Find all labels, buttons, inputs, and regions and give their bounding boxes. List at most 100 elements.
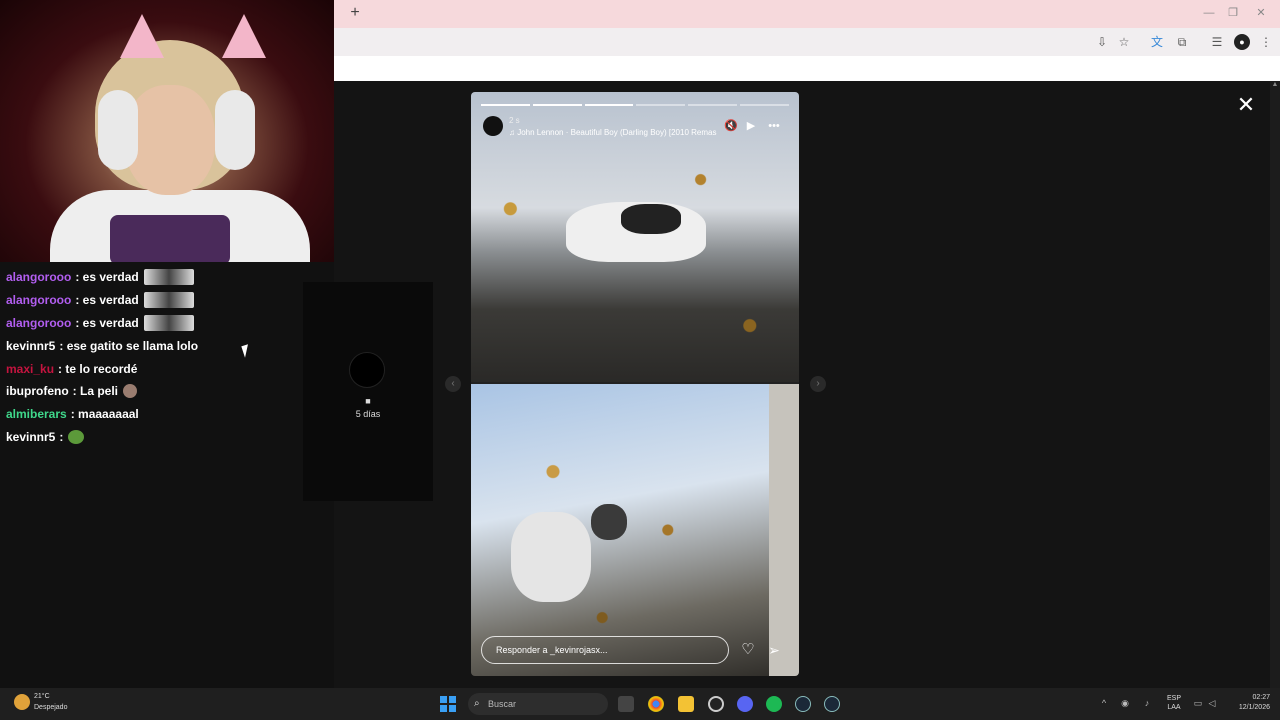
chat-emote-icon	[123, 384, 137, 399]
chat-text: : es verdad	[75, 315, 139, 330]
chat-text: : es verdad	[75, 293, 139, 308]
cat-ear-right	[222, 14, 266, 58]
extensions-icon[interactable]: ⧉	[1174, 34, 1190, 50]
chat-text: :	[59, 429, 64, 444]
tray-chevron-icon[interactable]: ^	[1098, 697, 1110, 709]
chat-text: : ese gatito se llama lolo	[59, 338, 199, 353]
weather-temp: 21°C	[34, 693, 50, 700]
chat-username[interactable]: kevinnr5	[6, 339, 55, 353]
profile-icon[interactable]: ●	[1234, 34, 1250, 50]
close-story-icon[interactable]: ✕	[1236, 94, 1256, 116]
chat-text: : La peli	[72, 384, 118, 399]
task-view-icon[interactable]	[618, 696, 634, 712]
steam-icon-2[interactable]	[824, 696, 840, 712]
tray-network-icon[interactable]: ◉	[1119, 697, 1131, 709]
chat-message: alangorooo : es verdad	[6, 266, 306, 289]
chat-message: alangorooo : es verdad	[6, 289, 306, 312]
file-explorer-icon[interactable]	[678, 696, 694, 712]
chat-emote-icon	[143, 292, 194, 309]
previous-story-avatar	[349, 352, 385, 388]
spotify-icon[interactable]	[766, 696, 782, 712]
menu-icon[interactable]: ⋮	[1258, 34, 1274, 50]
browser-toolbar: ⇩ ☆ 文 ⧉ ☰ ● ⋮	[334, 28, 1280, 56]
streamer-face	[125, 85, 215, 195]
story-viewer[interactable]: 2 s ♫ John Lennon · Beautiful Boy (Darli…	[471, 92, 799, 676]
translate-icon[interactable]: 文	[1149, 34, 1165, 50]
input-language[interactable]: ESP LAA	[1164, 694, 1184, 712]
previous-story-card[interactable]: ■ 5 días	[303, 282, 433, 501]
chat-emote-icon	[68, 429, 85, 444]
previous-story-user: ■	[365, 396, 371, 406]
webcam-overlay	[0, 0, 334, 262]
chat-username[interactable]: almiberars	[6, 407, 67, 421]
close-window-button[interactable]: ✕	[1252, 5, 1270, 21]
send-icon[interactable]: ➢	[765, 641, 783, 659]
mute-icon[interactable]: 🔇	[724, 119, 738, 133]
search-icon: ⌕	[474, 698, 480, 709]
taskbar-clock[interactable]: 02:27 12/1/2026	[1220, 693, 1270, 713]
story-music-label[interactable]: ♫ John Lennon · Beautiful Boy (Darling B…	[509, 128, 716, 137]
cat-spot	[621, 204, 681, 234]
reading-list-icon[interactable]: ☰	[1209, 34, 1225, 50]
chat-emote-icon	[143, 314, 194, 331]
screen: + — ❐ ✕ ⇩ ☆ 文 ⧉ ☰ ● ⋮ ▲ alangorooo : es v…	[0, 0, 1280, 720]
lang-bottom: LAA	[1167, 704, 1181, 711]
cat-sitting	[511, 512, 591, 602]
story-progress-segment	[584, 104, 634, 106]
tab-strip: + — ❐ ✕	[334, 0, 1280, 28]
chrome-icon[interactable]	[648, 696, 664, 712]
restore-button[interactable]: ❐	[1224, 5, 1242, 21]
clock-date: 12/1/2026	[1238, 704, 1270, 711]
story-progress-segment	[636, 104, 686, 106]
story-progress-bar	[481, 104, 789, 106]
more-options-icon[interactable]: •••	[767, 119, 781, 133]
story-username[interactable]: 2 s	[509, 116, 520, 125]
play-icon[interactable]: ▶	[744, 119, 758, 133]
chat-message: maxi_ku: te lo recordé	[6, 357, 306, 380]
bookmark-star-icon[interactable]: ☆	[1116, 34, 1132, 50]
chat-message: kevinnr5 : ese gatito se llama lolo	[6, 334, 306, 357]
shirt-logo	[110, 215, 230, 262]
next-story-arrow-icon[interactable]: ›	[810, 376, 826, 392]
story-avatar[interactable]	[483, 116, 503, 136]
minimize-button[interactable]: —	[1200, 5, 1218, 21]
tray-volume-icon[interactable]: ◁	[1206, 697, 1218, 709]
steam-icon[interactable]	[795, 696, 811, 712]
chat-username[interactable]: alangorooo	[6, 316, 71, 330]
chat-text: : maaaaaaal	[70, 407, 139, 422]
chat-message: kevinnr5:	[6, 426, 306, 449]
tray-mic-icon[interactable]: ♪	[1141, 697, 1153, 709]
tray-display-icon[interactable]: ▭	[1192, 697, 1204, 709]
chat-username[interactable]: kevinnr5	[6, 430, 55, 444]
reply-input[interactable]: Responder a _kevinrojasx...	[481, 636, 729, 664]
chat-username[interactable]: maxi_ku	[6, 362, 54, 376]
chat-message: almiberars: maaaaaaal	[6, 403, 306, 426]
headphone-right	[215, 90, 255, 170]
story-progress-segment	[688, 104, 738, 106]
scroll-up-arrow-icon[interactable]: ▲	[1270, 81, 1280, 91]
headphone-left	[98, 90, 138, 170]
scrollbar[interactable]: ▲	[1270, 81, 1280, 688]
chat-emote-icon	[143, 269, 194, 286]
weather-icon[interactable]	[14, 694, 30, 710]
previous-story-time: 5 días	[355, 409, 381, 419]
story-progress-segment	[740, 104, 789, 106]
lang-top: ESP	[1166, 695, 1181, 702]
chat-text: : es verdad	[75, 270, 139, 285]
discord-icon[interactable]	[737, 696, 753, 712]
taskbar-search[interactable]: Buscar	[468, 693, 608, 715]
start-menu-icon[interactable]	[440, 696, 456, 712]
chat-message: ibuprofeno: La peli	[6, 380, 306, 403]
clock-time: 02:27	[1252, 694, 1270, 701]
chat-username[interactable]: ibuprofeno	[6, 384, 69, 398]
install-icon[interactable]: ⇩	[1094, 34, 1110, 50]
obs-icon[interactable]	[708, 696, 724, 712]
chat-username[interactable]: alangorooo	[6, 270, 71, 284]
chat-message: alangorooo : es verdad	[6, 312, 306, 335]
new-tab-button[interactable]: +	[348, 4, 362, 22]
like-heart-icon[interactable]: ♡	[739, 641, 757, 659]
bookmark-bar	[334, 56, 1280, 81]
story-progress-segment	[532, 104, 582, 106]
chat-username[interactable]: alangorooo	[6, 293, 71, 307]
previous-story-arrow-icon[interactable]: ‹	[445, 376, 461, 392]
